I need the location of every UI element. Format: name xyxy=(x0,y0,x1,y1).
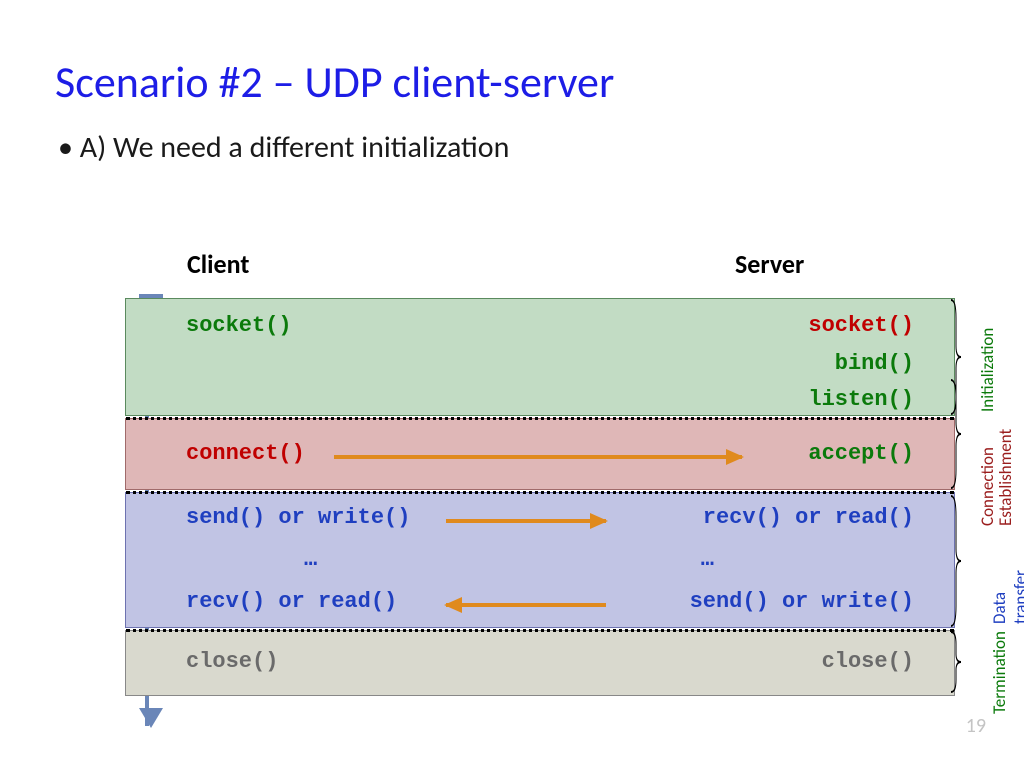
phase-termination: close() close() xyxy=(125,630,955,696)
arrow-send xyxy=(446,519,606,523)
label-initialization: Initialization xyxy=(977,328,998,412)
brace-term xyxy=(949,630,964,694)
diagram: Client Server Time socket() socket() bin… xyxy=(55,248,967,726)
init-server-socket: socket() xyxy=(808,313,914,338)
data-client-send: send() or write() xyxy=(186,505,410,530)
init-client-socket: socket() xyxy=(186,313,292,338)
term-client-close: close() xyxy=(186,649,278,674)
phase-data-transfer: send() or write() recv() or read() … … r… xyxy=(125,492,955,628)
term-server-close: close() xyxy=(822,649,914,674)
init-server-bind: bind() xyxy=(835,351,914,376)
bullet-item: A) We need a different initialization xyxy=(0,109,1024,166)
phase-connection: connect() accept() xyxy=(125,418,955,490)
column-header-server: Server xyxy=(735,248,804,280)
data-server-send: send() or write() xyxy=(690,589,914,614)
brace-data xyxy=(949,494,964,628)
data-client-recv: recv() or read() xyxy=(186,589,397,614)
arrow-connect xyxy=(334,455,742,459)
data-client-ellipsis: … xyxy=(186,547,317,572)
slide-title: Scenario #2 – UDP client-server xyxy=(0,0,1024,109)
phase-initialization: socket() socket() bind() listen() xyxy=(125,298,955,416)
column-header-client: Client xyxy=(187,248,249,280)
arrow-recv xyxy=(446,603,606,607)
conn-client-connect: connect() xyxy=(186,441,305,466)
label-establishment: Establishment xyxy=(995,429,1016,526)
init-server-listen: listen() xyxy=(808,387,914,412)
label-termination: Termination xyxy=(989,631,1010,714)
label-data-transfer: Data transfer xyxy=(989,570,1024,624)
data-server-ellipsis: … xyxy=(701,547,914,572)
brace-conn xyxy=(949,378,964,490)
page-number: 19 xyxy=(966,714,986,738)
conn-server-accept: accept() xyxy=(808,441,914,466)
data-server-recv: recv() or read() xyxy=(703,505,914,530)
